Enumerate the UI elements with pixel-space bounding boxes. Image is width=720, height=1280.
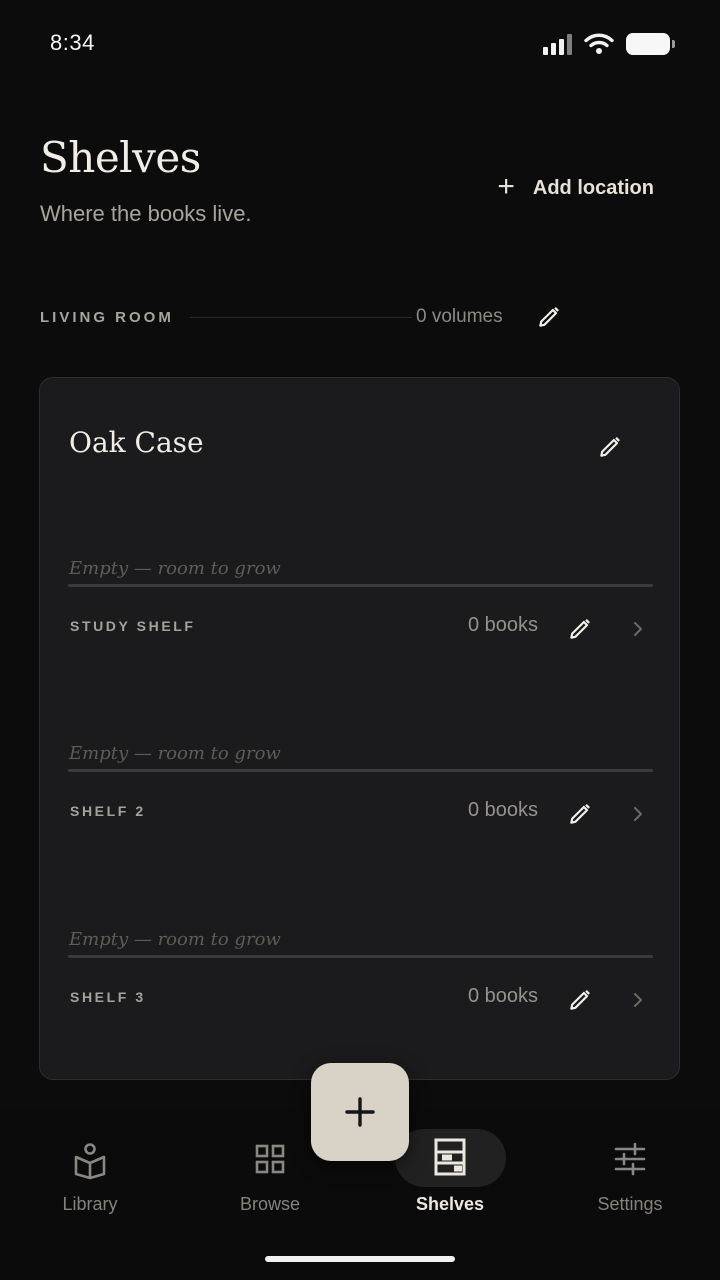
- pencil-icon: [597, 434, 623, 460]
- chevron-right-icon[interactable]: [631, 618, 645, 640]
- shelf-name: STUDY SHELF: [70, 618, 196, 634]
- shelf-rule: [68, 769, 653, 772]
- wifi-icon: [584, 33, 614, 54]
- plus-icon: +: [497, 170, 515, 203]
- add-location-label: Add location: [532, 176, 654, 199]
- shelf-rule: [68, 584, 653, 587]
- shelf-icon: [434, 1138, 466, 1176]
- chevron-right-icon[interactable]: [631, 803, 645, 825]
- empty-shelf-text: Empty — room to grow: [69, 558, 281, 579]
- shelf-book-count: 0 books: [467, 614, 538, 636]
- pencil-icon: [536, 304, 562, 330]
- grid-icon: [255, 1144, 285, 1174]
- plus-icon: [345, 1097, 375, 1127]
- divider: [190, 317, 412, 318]
- shelf: Empty — room to grow STUDY SHELF 0 books: [40, 558, 681, 743]
- nav-label: Library: [62, 1194, 118, 1214]
- edit-shelf-button[interactable]: [562, 796, 598, 832]
- edit-shelf-button[interactable]: [562, 611, 598, 647]
- empty-shelf-text: Empty — room to grow: [69, 743, 281, 764]
- pencil-icon: [567, 987, 593, 1013]
- location-name: LIVING ROOM: [40, 309, 174, 326]
- page-subtitle: Where the books live.: [40, 201, 252, 226]
- nav-label: Shelves: [415, 1194, 485, 1214]
- cellular-signal-icon: [543, 33, 572, 55]
- location-header: LIVING ROOM 0 volumes: [40, 302, 680, 334]
- status-bar: 8:34: [0, 0, 720, 90]
- shelf-name: SHELF 3: [70, 989, 146, 1005]
- chevron-right-icon[interactable]: [631, 989, 645, 1011]
- empty-shelf-text: Empty — room to grow: [69, 929, 281, 950]
- nav-label: Settings: [597, 1194, 663, 1214]
- location-volume-count: 0 volumes: [416, 306, 503, 327]
- edit-shelf-button[interactable]: [562, 982, 598, 1018]
- shelf-name: SHELF 2: [70, 803, 146, 819]
- edit-case-button[interactable]: [592, 429, 628, 465]
- page-title: Shelves: [40, 133, 201, 182]
- shelf-book-count: 0 books: [467, 985, 538, 1007]
- pencil-icon: [567, 801, 593, 827]
- shelf-book-count: 0 books: [467, 799, 538, 821]
- pencil-icon: [567, 616, 593, 642]
- add-fab-button[interactable]: [311, 1063, 409, 1161]
- status-icons: [543, 33, 675, 55]
- add-location-button[interactable]: + Add location: [497, 170, 654, 203]
- edit-location-button[interactable]: [531, 299, 567, 335]
- case-card: Oak Case Empty — room to grow STUDY SHEL…: [39, 377, 680, 1080]
- status-time: 8:34: [50, 30, 95, 55]
- shelf-row-shelf-2[interactable]: SHELF 2 0 books: [40, 779, 681, 849]
- battery-icon: [626, 33, 675, 55]
- sliders-icon: [614, 1142, 646, 1176]
- book-icon: [74, 1143, 106, 1180]
- shelf-row-shelf-3[interactable]: SHELF 3 0 books: [40, 965, 681, 1035]
- shelf-row-study-shelf[interactable]: STUDY SHELF 0 books: [40, 594, 681, 664]
- shelf: Empty — room to grow SHELF 2 0 books: [40, 743, 681, 928]
- nav-item-library[interactable]: Library: [0, 1110, 180, 1240]
- shelf-rule: [68, 955, 653, 958]
- nav-item-settings[interactable]: Settings: [540, 1110, 720, 1240]
- case-title: Oak Case: [69, 426, 204, 459]
- active-tab-indicator: [395, 1129, 506, 1187]
- home-indicator: [265, 1256, 455, 1262]
- nav-label: Browse: [239, 1194, 301, 1214]
